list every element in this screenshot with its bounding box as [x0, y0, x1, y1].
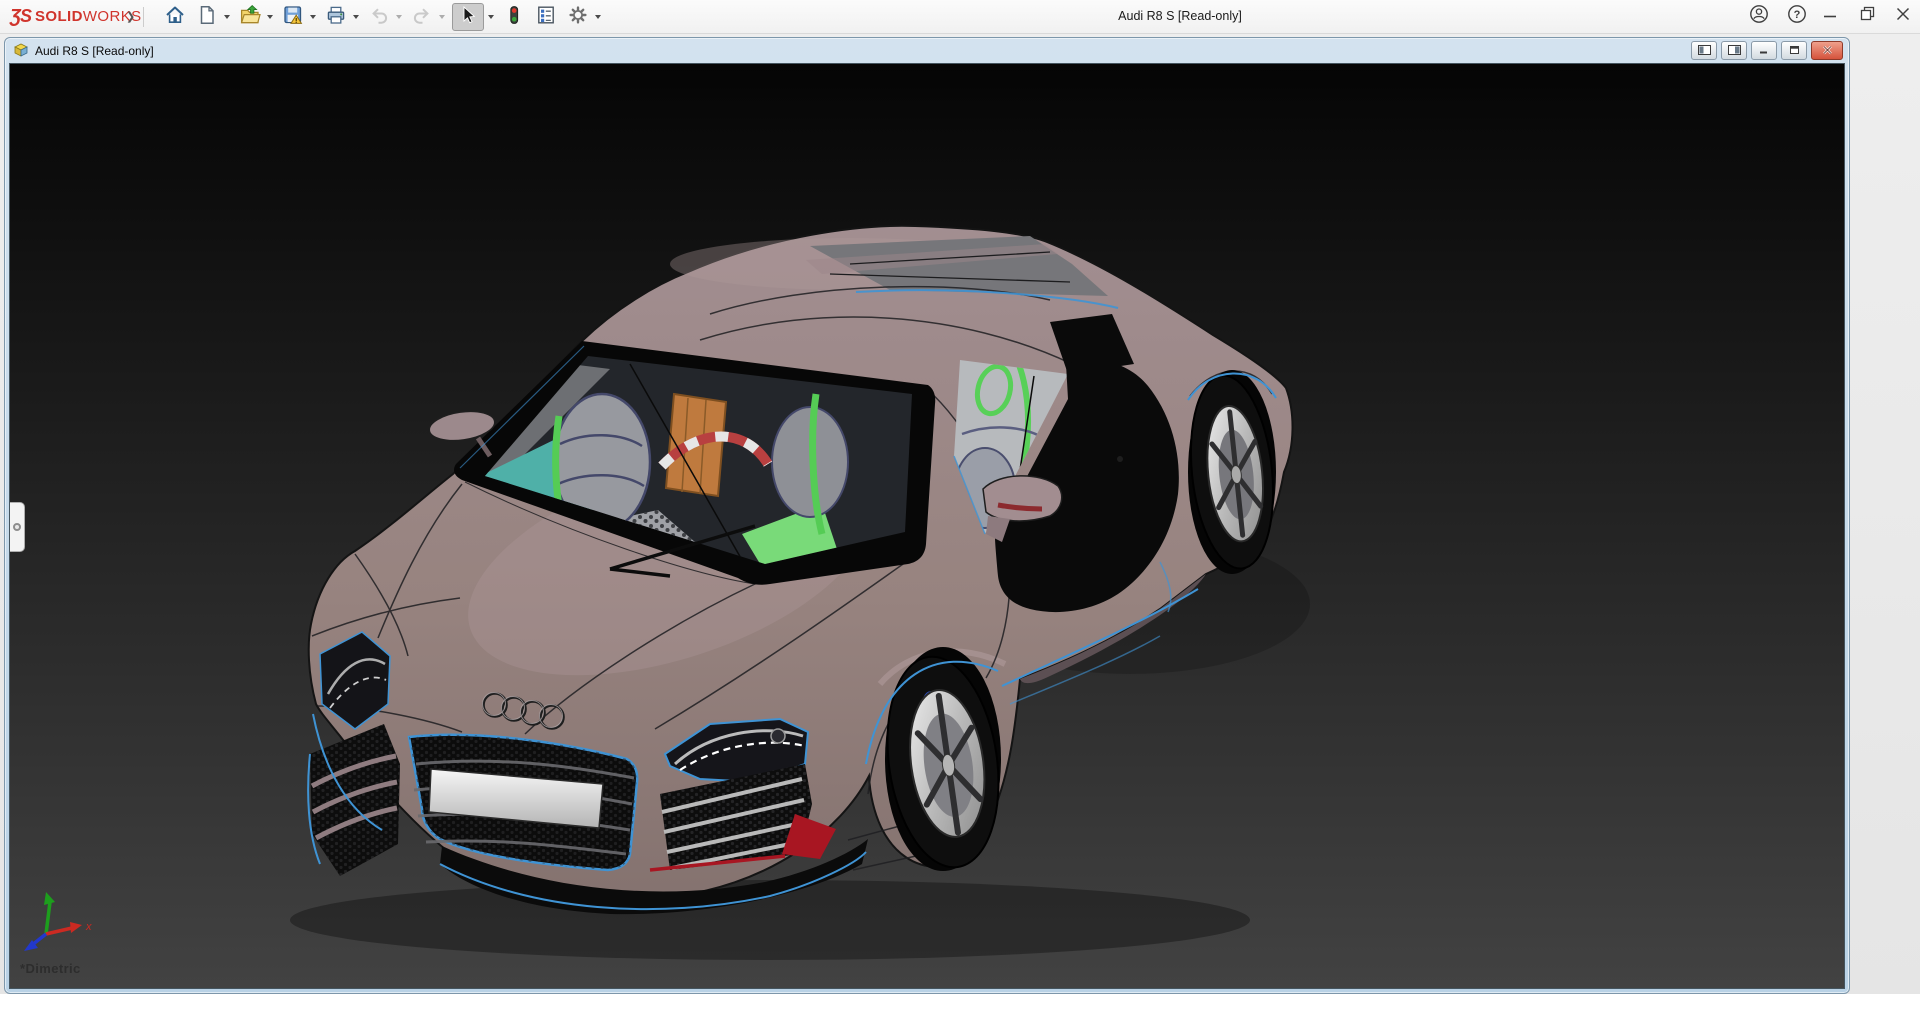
document-close-button[interactable]	[1811, 41, 1843, 60]
assembly-icon	[13, 41, 29, 62]
document-minimize-button[interactable]	[1751, 41, 1777, 60]
help-icon: ?	[1786, 3, 1808, 30]
document-window-controls	[1691, 41, 1843, 60]
chevron-down-icon	[310, 15, 316, 19]
options-dropdown[interactable]	[591, 3, 604, 31]
save-dropdown[interactable]	[306, 3, 319, 31]
print-icon	[325, 4, 347, 31]
main-toolbar	[162, 3, 608, 31]
open-dropdown[interactable]	[263, 3, 276, 31]
view-orientation-label: *Dimetric	[20, 961, 81, 976]
pane-handle-icon	[13, 523, 21, 531]
graphics-viewport[interactable]: x *Dimetric	[10, 64, 1844, 988]
orientation-triad: x	[24, 892, 92, 951]
chevron-down-icon	[396, 15, 402, 19]
minimize-icon	[1758, 42, 1771, 60]
undo-button[interactable]	[366, 3, 392, 31]
app-window-title: Audi R8 S [Read-only]	[1020, 0, 1340, 33]
pane-left-button[interactable]	[1691, 41, 1717, 60]
solidworks-logo-mark: ƷS	[10, 6, 31, 27]
redo-dropdown[interactable]	[435, 3, 448, 31]
chevron-down-icon	[224, 15, 230, 19]
traffic-light-icon	[503, 4, 525, 31]
chevron-down-icon	[353, 15, 359, 19]
select-tool-dropdown[interactable]	[484, 3, 497, 31]
home-icon	[164, 4, 186, 31]
save-icon	[282, 4, 304, 31]
gear-icon	[567, 4, 589, 31]
account-icon	[1748, 3, 1770, 30]
open-folder-icon	[239, 4, 261, 31]
triad-x-label: x	[85, 921, 92, 933]
select-cursor-icon	[457, 4, 479, 31]
minimize-icon	[1819, 3, 1841, 30]
new-document-icon	[196, 4, 218, 31]
save-button[interactable]	[280, 3, 306, 31]
undo-icon	[368, 4, 390, 31]
pane-left-icon	[1698, 42, 1711, 60]
pane-right-icon	[1728, 42, 1741, 60]
redo-icon	[411, 4, 433, 31]
help-button[interactable]: ?	[1782, 1, 1812, 32]
account-button[interactable]	[1744, 1, 1774, 32]
open-button[interactable]	[237, 3, 263, 31]
file-properties-icon	[535, 4, 557, 31]
restore-button[interactable]	[1853, 1, 1883, 32]
toolbar-separator	[143, 7, 144, 27]
undo-dropdown[interactable]	[392, 3, 405, 31]
restore-icon	[1788, 42, 1801, 60]
redo-button[interactable]	[409, 3, 435, 31]
rebuild-button[interactable]	[501, 3, 527, 31]
close-icon	[1892, 3, 1914, 30]
new-document-button[interactable]	[194, 3, 220, 31]
solidworks-logo-text-bold: SOLID	[35, 8, 83, 25]
chevron-down-icon	[439, 15, 445, 19]
file-properties-button[interactable]	[533, 3, 559, 31]
document-titlebar[interactable]: Audi R8 S [Read-only]	[10, 38, 1844, 64]
svg-text:?: ?	[1794, 9, 1801, 21]
home-button[interactable]	[162, 3, 188, 31]
solidworks-logo: ƷS SOLIDWORKS	[10, 0, 142, 33]
chevron-down-icon	[595, 15, 601, 19]
mdi-background: Audi R8 S [Read-only]	[0, 34, 1920, 994]
document-restore-button[interactable]	[1781, 41, 1807, 60]
document-window: Audi R8 S [Read-only]	[4, 37, 1850, 994]
print-dropdown[interactable]	[349, 3, 362, 31]
document-title: Audi R8 S [Read-only]	[35, 44, 154, 58]
close-icon	[1821, 42, 1834, 60]
new-document-dropdown[interactable]	[220, 3, 233, 31]
chevron-down-icon	[488, 15, 494, 19]
pane-right-button[interactable]	[1721, 41, 1747, 60]
options-button[interactable]	[565, 3, 591, 31]
print-button[interactable]	[323, 3, 349, 31]
app-titlebar: ƷS SOLIDWORKS ❯	[0, 0, 1920, 34]
select-tool-button[interactable]	[452, 3, 484, 31]
car-model-render[interactable]: x	[10, 64, 1844, 988]
left-mirror	[427, 408, 496, 456]
restore-icon	[1857, 3, 1879, 30]
close-button[interactable]	[1888, 1, 1918, 32]
menu-expand-arrow-icon[interactable]: ❯	[126, 10, 136, 24]
chevron-down-icon	[267, 15, 273, 19]
minimize-button[interactable]	[1815, 1, 1845, 32]
feature-manager-collapsed-tab[interactable]	[10, 502, 25, 552]
